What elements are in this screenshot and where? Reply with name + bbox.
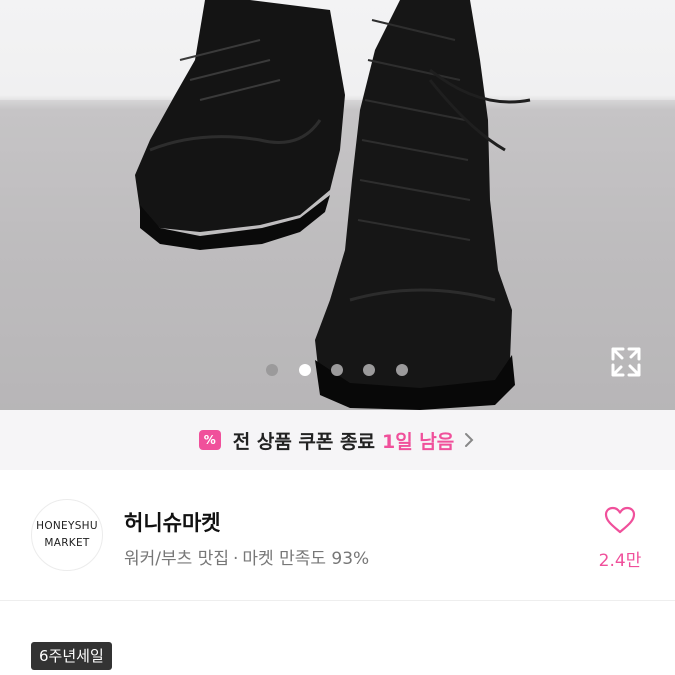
carousel-dot[interactable]	[396, 364, 408, 376]
separator-dot: ·	[232, 549, 239, 569]
fullscreen-button[interactable]	[606, 342, 646, 382]
shop-info: HONEYSHU MARKET 허니슈마켓 워커/부츠 맛집 · 마켓 만족도 93…	[0, 470, 675, 600]
carousel-dot-active[interactable]	[299, 364, 311, 376]
coupon-icon-glyph: %	[203, 433, 216, 447]
shop-logo-line2: MARKET	[44, 537, 90, 549]
carousel-dot[interactable]	[331, 364, 343, 376]
chevron-right-icon	[465, 433, 474, 447]
like-count: 2.4만	[598, 551, 642, 571]
product-image-carousel[interactable]	[0, 0, 675, 410]
carousel-dot[interactable]	[363, 364, 375, 376]
shop-satisfaction: 마켓 만족도 93%	[242, 549, 370, 569]
expand-icon	[611, 347, 641, 377]
shop-subtitle: 워커/부츠 맛집 · 마켓 만족도 93%	[124, 544, 369, 569]
coupon-percent-icon: %	[198, 430, 221, 450]
coupon-banner[interactable]: % 전 상품 쿠폰 종료 1일 남음	[0, 410, 675, 470]
section-divider	[0, 600, 675, 601]
shop-name[interactable]: 허니슈마켓	[124, 507, 221, 537]
shop-tagline: 워커/부츠 맛집	[124, 549, 229, 569]
carousel-indicator	[0, 362, 675, 378]
coupon-banner-text: 전 상품 쿠폰 종료	[232, 430, 375, 453]
shop-logo-line1: HONEYSHU	[36, 520, 98, 532]
carousel-dot[interactable]	[266, 364, 278, 376]
shop-logo[interactable]: HONEYSHU MARKET	[31, 499, 103, 571]
lace-up-boots-photo	[0, 0, 675, 410]
sale-tag-badge: 6주년세일	[31, 642, 112, 670]
coupon-time-left: 1일 남음	[381, 430, 455, 453]
heart-outline-icon	[604, 506, 636, 534]
like-button[interactable]	[603, 505, 637, 535]
